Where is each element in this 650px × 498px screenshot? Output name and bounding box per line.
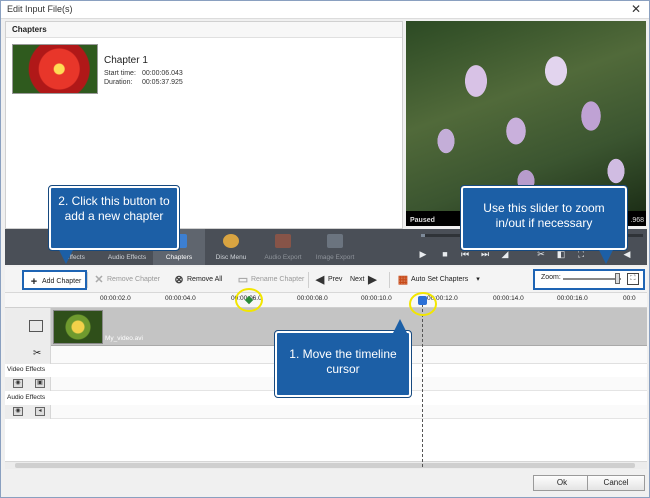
toolbar-divider — [87, 272, 88, 288]
zoom-fit-icon[interactable]: ⛶ — [627, 273, 639, 285]
cursor-callout: 1. Move the timeline cursor — [274, 330, 412, 398]
video-track-header — [5, 308, 51, 346]
chapter-marker-highlight — [235, 288, 263, 312]
arrow-left-icon: ◀ — [315, 274, 325, 286]
next-chapter-button[interactable]: Next ▶ — [350, 272, 380, 288]
zoom-label: Zoom: — [541, 274, 561, 281]
clip-thumbnail — [53, 310, 103, 344]
window-title: Edit Input File(s) — [7, 4, 73, 14]
plus-icon: + — [30, 276, 38, 288]
video-fx-add-icon[interactable]: ▣ — [35, 379, 45, 388]
video-fx-toggle-icon[interactable]: ◉ — [13, 379, 23, 388]
duration-label: Duration: — [104, 79, 133, 86]
disc-menu-icon — [223, 234, 239, 248]
arrow-right-icon: ▶ — [368, 274, 377, 286]
auto-set-chapters-button[interactable]: ▦ Auto Set Chapters ▾ — [397, 272, 480, 288]
playback-time: .968 — [630, 217, 644, 224]
timeline-scrollbar[interactable] — [5, 461, 647, 469]
chapter-toolbar: + Add Chapter ✕ Remove Chapter ⊗ Remove All… — [5, 267, 647, 293]
preview-image — [406, 21, 646, 211]
zoom-control: Zoom: ⛶ — [533, 269, 645, 290]
tab-audio-export[interactable]: Audio Export — [257, 229, 309, 265]
title-bar: Edit Input File(s) ✕ — [1, 1, 649, 19]
playback-status: Paused — [410, 217, 435, 224]
timeline-ruler[interactable]: 00:00:02.0 00:00:04.0 00:00:06.0 00:00:0… — [5, 293, 647, 308]
audio-fx-add-icon[interactable]: ◂ — [35, 407, 45, 416]
audio-fx-toggle-icon[interactable]: ◉ — [13, 407, 23, 416]
timeline-cursor-line — [422, 299, 423, 467]
chapter-list-item[interactable]: Chapter 1 Start time: 00:00:06.043 Durat… — [12, 44, 212, 96]
tab-disc-menu[interactable]: Disc Menu — [205, 229, 257, 265]
audio-effects-track[interactable] — [51, 405, 647, 419]
add-chapter-callout-tail — [59, 250, 73, 264]
image-export-icon — [327, 234, 343, 248]
cursor-callout-tail — [393, 319, 407, 333]
start-time-value: 00:00:06.043 — [141, 70, 183, 77]
toolbar-divider — [389, 272, 390, 288]
zoom-callout: Use this slider to zoom in/out if necess… — [460, 185, 628, 251]
remove-chapter-icon: ✕ — [94, 274, 104, 286]
audio-effects-header: ◉ ◂ — [5, 405, 51, 419]
video-effects-label: Video Effects — [7, 366, 46, 373]
film-strip-icon — [29, 320, 43, 332]
chapter-thumbnail — [12, 44, 98, 94]
remove-chapter-button[interactable]: ✕ Remove Chapter — [93, 272, 160, 288]
close-icon[interactable]: ✕ — [629, 2, 643, 16]
ruler-label: 00:00:02.0 — [100, 295, 131, 302]
ruler-label: 00:00:10.0 — [361, 295, 392, 302]
video-effects-header: ◉ ▣ — [5, 377, 51, 391]
cut-track-header: ✂ — [5, 346, 51, 364]
chapter-start-time: Start time: 00:00:06.043 — [104, 70, 183, 77]
audio-export-icon — [275, 234, 291, 248]
edit-input-window: Edit Input File(s) ✕ Chapters Chapter 1 … — [0, 0, 650, 498]
cursor-highlight — [409, 292, 437, 316]
chapter-duration: Duration: 00:05:37.925 — [104, 79, 183, 86]
seek-slider-fill — [421, 234, 425, 237]
add-chapter-callout: 2. Click this button to add a new chapte… — [48, 185, 180, 251]
ok-button[interactable]: Ok — [533, 475, 591, 491]
zoom-callout-tail — [599, 250, 613, 264]
dropdown-arrow-icon: ▾ — [476, 276, 480, 283]
audio-effects-label: Audio Effects — [7, 394, 46, 401]
ruler-label: 00:0 — [623, 295, 636, 302]
ruler-label: 00:00:16.0 — [557, 295, 588, 302]
prev-chapter-button[interactable]: ◀ Prev — [314, 272, 343, 288]
add-chapter-button[interactable]: + Add Chapter — [22, 270, 88, 290]
chapter-name: Chapter 1 — [104, 55, 148, 66]
ruler-label: 00:00:08.0 — [297, 295, 328, 302]
remove-all-button[interactable]: ⊗ Remove All — [173, 272, 222, 288]
scrollbar-thumb[interactable] — [15, 463, 635, 468]
ruler-label: 00:00:04.0 — [165, 295, 196, 302]
ruler-label: 00:00:14.0 — [493, 295, 524, 302]
clip-name: My_video.avi — [105, 335, 143, 342]
play-icon[interactable]: ▶ — [417, 248, 429, 260]
zoom-slider-thumb[interactable] — [615, 273, 620, 284]
stop-icon[interactable]: ■ — [439, 248, 451, 260]
tab-image-export[interactable]: Image Export — [309, 229, 361, 265]
chapters-header: Chapters — [6, 22, 402, 38]
remove-all-icon: ⊗ — [174, 274, 184, 286]
duration-value: 00:05:37.925 — [141, 79, 183, 86]
zoom-slider[interactable] — [563, 278, 621, 280]
cancel-button[interactable]: Cancel — [587, 475, 645, 491]
rename-icon: ▭ — [237, 274, 249, 286]
toolbar-divider — [308, 272, 309, 288]
start-time-label: Start time: — [104, 70, 136, 77]
scissors-icon: ✂ — [33, 348, 42, 359]
rename-chapter-button[interactable]: ▭ Rename Chapter — [237, 272, 305, 288]
auto-chapters-icon: ▦ — [397, 274, 409, 286]
